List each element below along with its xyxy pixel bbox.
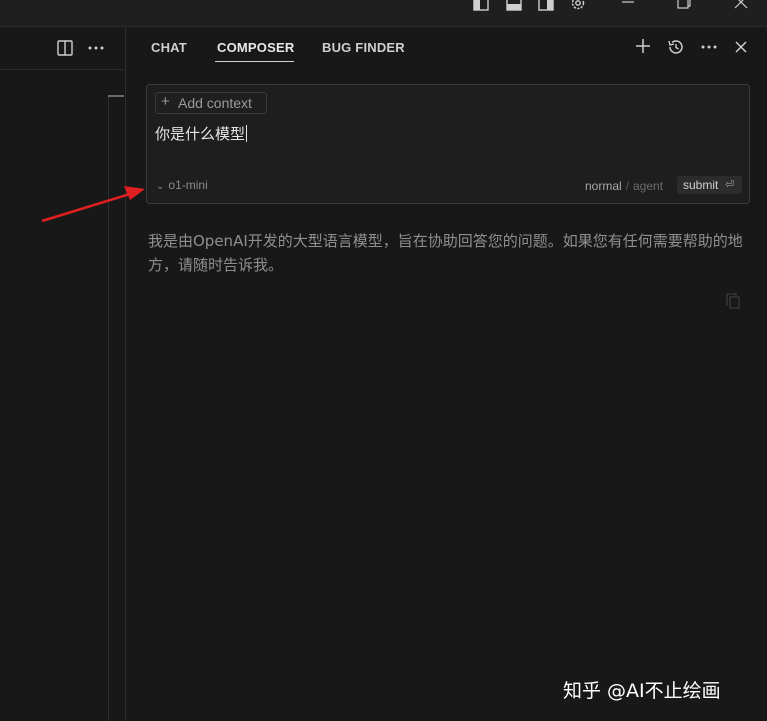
tab-bug-finder[interactable]: BUG FINDER [322, 40, 405, 55]
composer-input-box[interactable]: + Add context 你是什么模型 ⌄ o1-mini normal / age… [146, 84, 750, 204]
model-name: o1-mini [168, 178, 208, 192]
assistant-response: 我是由OpenAI开发的大型语言模型，旨在协助回答您的问题。如果您有任何需要帮助… [148, 232, 743, 274]
editor-scroll-marker[interactable] [108, 95, 124, 97]
mode-agent[interactable]: agent [633, 179, 663, 193]
minimize-icon[interactable] [620, 0, 636, 15]
toggle-primary-sidebar-icon[interactable] [472, 0, 490, 17]
split-editor-icon[interactable] [56, 39, 74, 61]
title-bar [0, 0, 767, 27]
submit-button[interactable]: submit ⏎ [677, 176, 742, 194]
restore-icon[interactable] [676, 0, 692, 15]
window-close-icon[interactable] [733, 0, 749, 15]
input-value: 你是什么模型 [155, 125, 246, 143]
history-icon[interactable] [666, 37, 686, 63]
mode-separator: / [625, 179, 630, 193]
model-selector[interactable]: ⌄ o1-mini [156, 178, 208, 192]
return-key-icon: ⏎ [725, 179, 735, 191]
editor-header [0, 27, 125, 70]
mode-normal[interactable]: normal [585, 179, 622, 193]
active-tab-indicator [215, 61, 294, 62]
toggle-panel-icon[interactable] [505, 0, 523, 17]
mode-toggle[interactable]: normal / agent [585, 179, 663, 193]
copy-icon[interactable] [726, 293, 740, 309]
more-icon[interactable] [699, 37, 719, 61]
chevron-down-icon: ⌄ [156, 181, 165, 192]
toggle-secondary-sidebar-icon[interactable] [537, 0, 555, 17]
panel-tabs: CHAT COMPOSER BUG FINDER [126, 27, 767, 69]
plus-icon: + [161, 93, 170, 110]
more-actions-icon[interactable] [86, 39, 106, 61]
settings-gear-icon[interactable] [569, 0, 587, 17]
composer-text-input[interactable]: 你是什么模型 [155, 123, 248, 144]
add-context-label: Add context [178, 95, 252, 111]
tab-composer[interactable]: COMPOSER [217, 40, 294, 55]
composer-panel: CHAT COMPOSER BUG FINDER + Add context 你… [126, 27, 767, 721]
editor-scroll-track [108, 95, 109, 721]
editor-area [0, 70, 125, 721]
new-composer-icon[interactable] [634, 37, 652, 61]
add-context-button[interactable]: + Add context [155, 92, 267, 114]
submit-label: submit [683, 178, 719, 192]
watermark: 知乎 @AI不止绘画 [563, 680, 721, 702]
tab-chat[interactable]: CHAT [151, 40, 187, 55]
text-caret [246, 125, 248, 142]
close-icon[interactable] [733, 37, 749, 61]
